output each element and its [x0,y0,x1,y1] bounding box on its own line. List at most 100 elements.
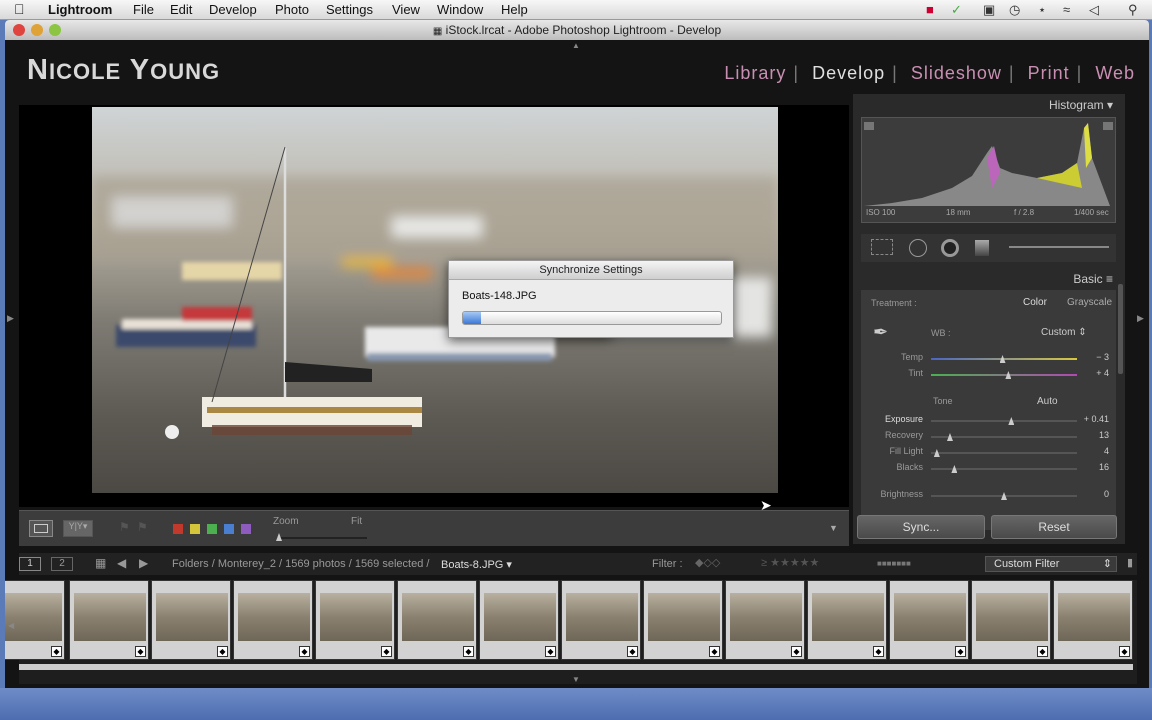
slider-recovery[interactable] [931,433,1077,441]
slider-exposure[interactable] [931,417,1077,425]
label-blue[interactable] [224,524,234,534]
filmstrip-thumbnail[interactable]: ◆ [233,580,313,660]
filmstrip-thumbnail[interactable]: ◆ [479,580,559,660]
treatment-color[interactable]: Color [1023,297,1047,308]
sync-status-icon[interactable]: ✓ [951,2,962,18]
slider-tint[interactable] [931,371,1077,379]
menu-file[interactable]: File [133,2,154,17]
filmstrip-thumbnail[interactable]: ◆ [151,580,231,660]
bluetooth-icon[interactable]: ⋆ [1038,2,1046,18]
basic-header[interactable]: Basic ≡ [853,272,1125,286]
menu-window[interactable]: Window [437,2,483,17]
treatment-grayscale[interactable]: Grayscale [1067,297,1112,308]
right-panel-scrollbar[interactable] [1118,284,1123,374]
menu-view[interactable]: View [392,2,420,17]
filmstrip-thumbnail[interactable]: ◆ [5,580,65,660]
slider-knob[interactable] [1001,492,1007,500]
sync-button[interactable]: Sync... [857,515,985,539]
crop-tool-icon[interactable] [871,239,893,255]
histogram-header[interactable]: Histogram ▾ [853,98,1125,112]
page-2-button[interactable]: 2 [51,557,73,571]
minimize-button[interactable] [31,24,43,36]
loupe-view-button[interactable] [29,520,53,537]
filmstrip-thumbnail[interactable]: ◆ [643,580,723,660]
filter-rating-stars[interactable]: ≥ ★★★★★ [761,556,819,569]
filmstrip-left-toggle[interactable]: ◀ [8,621,14,630]
label-yellow[interactable] [190,524,200,534]
slider-knob[interactable] [951,465,958,473]
top-panel-toggle[interactable]: ▲ [572,41,580,50]
flag-reject-icon[interactable]: ⚑ [137,520,148,534]
slider-fill-light[interactable] [931,449,1077,457]
filmstrip-thumbnail[interactable]: ◆ [725,580,805,660]
grid-view-icon[interactable]: ▦ [95,556,106,570]
filmstrip-thumbnail[interactable]: ◆ [561,580,641,660]
before-after-button[interactable]: Y|Y▾ [63,520,93,537]
menu-app-name[interactable]: Lightroom [48,2,112,17]
slider-knob[interactable] [1005,371,1012,379]
time-machine-icon[interactable]: ◷ [1009,2,1020,18]
module-develop[interactable]: Develop [812,63,885,83]
red-app-icon[interactable]: ■ [926,2,934,17]
slider-blacks[interactable] [931,465,1077,473]
back-arrow-icon[interactable]: ◀ [117,556,126,570]
menu-edit[interactable]: Edit [170,2,192,17]
slider-knob[interactable] [933,449,940,457]
slider-knob[interactable] [1008,417,1015,425]
slider-value[interactable]: 16 [1061,462,1109,472]
filmstrip-thumbnail[interactable]: ◆ [397,580,477,660]
graduated-filter-icon[interactable] [975,240,989,256]
filter-lock-icon[interactable]: ▮ [1127,556,1133,569]
flag-pick-icon[interactable]: ⚑ [119,520,130,534]
volume-icon[interactable]: ◁ [1089,2,1099,18]
filter-color-labels[interactable]: ■■■■■■■ [877,559,911,568]
label-purple[interactable] [241,524,251,534]
slider-value[interactable]: 13 [1061,430,1109,440]
filmstrip-thumbnail[interactable]: ◆ [69,580,149,660]
module-print[interactable]: Print [1028,63,1070,83]
filmstrip-current-file[interactable]: Boats-8.JPG ▾ [441,558,512,571]
zoom-button[interactable] [49,24,61,36]
apple-icon[interactable]:  [14,1,25,17]
filmstrip-thumbnail[interactable]: ◆ [1053,580,1133,660]
filmstrip-thumbnail[interactable]: ◆ [807,580,887,660]
label-red[interactable] [173,524,183,534]
menu-photo[interactable]: Photo [275,2,309,17]
slider-value[interactable]: − 3 [1061,352,1109,362]
adjustment-brush-icon[interactable] [1009,246,1109,248]
page-1-button[interactable]: 1 [19,557,41,571]
toolbar-menu-icon[interactable]: ▼ [829,523,838,533]
menu-develop[interactable]: Develop [209,2,257,17]
menu-help[interactable]: Help [501,2,528,17]
module-library[interactable]: Library [724,63,786,83]
slider-brightness[interactable] [931,492,1077,500]
label-green[interactable] [207,524,217,534]
slider-value[interactable]: 0 [1061,489,1109,499]
filmstrip-thumbnail[interactable]: ◆ [315,580,395,660]
module-web[interactable]: Web [1095,63,1135,83]
red-eye-icon[interactable] [941,239,959,257]
menu-settings[interactable]: Settings [326,2,373,17]
display-icon[interactable]: ▣ [983,2,995,18]
filmstrip-thumbnail[interactable]: ◆ [889,580,969,660]
reset-button[interactable]: Reset [991,515,1117,539]
slider-value[interactable]: + 0.41 [1061,414,1109,424]
slider-knob[interactable] [946,433,953,441]
slider-knob[interactable] [999,355,1006,363]
module-slideshow[interactable]: Slideshow [911,63,1002,83]
forward-arrow-icon[interactable]: ▶ [139,556,148,570]
right-panel-toggle[interactable]: ▶ [1137,313,1144,324]
slider-temp[interactable] [931,355,1077,363]
slider-value[interactable]: 4 [1061,446,1109,456]
wb-select[interactable]: Custom ⇕ [1041,327,1087,338]
filmstrip-thumbnail[interactable]: ◆ [971,580,1051,660]
close-button[interactable] [13,24,25,36]
tone-auto-button[interactable]: Auto [1037,396,1058,407]
left-panel-toggle[interactable]: ▶ [7,313,14,324]
custom-filter-select[interactable]: Custom Filter ⇕ [985,556,1117,572]
zoom-slider[interactable] [277,537,367,539]
histogram[interactable]: ISO 100 18 mm f / 2.8 1/400 sec [861,117,1116,223]
filmstrip-scrollbar[interactable] [19,664,1133,670]
bottom-panel-toggle[interactable]: ▼ [572,675,580,684]
spotlight-search-icon[interactable]: ⚲ [1128,2,1138,18]
